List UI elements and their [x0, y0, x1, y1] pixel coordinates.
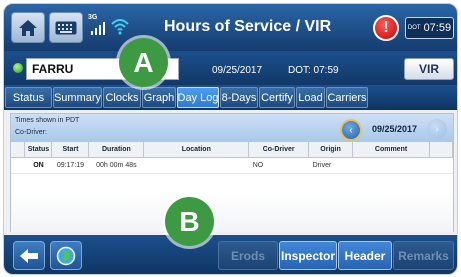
device-screen: 3G Hours of Service / VIR ! DOT 07:59 FA…: [3, 3, 458, 275]
timezone-note: Times shown in PDT: [15, 117, 80, 124]
day-log-table: Status Start Duration Location Co-Driver…: [11, 142, 454, 174]
column-header-location[interactable]: Location: [143, 142, 250, 158]
row-end: [429, 157, 453, 174]
driver-status-icon: [13, 63, 23, 73]
cell-origin: Driver: [308, 157, 353, 174]
next-day-button[interactable]: ›: [427, 119, 447, 139]
column-header-status[interactable]: Status: [24, 142, 53, 158]
callout-a: A: [119, 38, 168, 87]
remarks-button[interactable]: Remarks: [393, 241, 454, 270]
chevron-right-icon: ›: [435, 123, 439, 135]
column-header-codriver[interactable]: Co-Driver: [248, 142, 310, 158]
tab-graph[interactable]: Graph: [142, 87, 176, 108]
table-header-spacer: [11, 142, 26, 158]
dot-clock[interactable]: DOT 07:59: [405, 17, 454, 39]
cell-status: ON: [24, 157, 52, 174]
callout-b: B: [165, 197, 214, 246]
inspector-button[interactable]: Inspector: [279, 241, 337, 270]
back-button[interactable]: [13, 241, 45, 270]
log-date: 09/25/2017: [372, 124, 418, 134]
table-header-end: [429, 142, 454, 158]
chevron-left-icon: ‹: [349, 124, 353, 136]
day-log-info-bar: Times shown in PDT Co-Driver: ‹ 09/25/20…: [11, 114, 453, 142]
row-spacer: [11, 157, 25, 174]
home-button[interactable]: [11, 12, 45, 43]
column-header-start[interactable]: Start: [51, 142, 90, 158]
globe-icon: [56, 246, 76, 265]
column-header-duration[interactable]: Duration: [88, 142, 145, 158]
dot-label: DOT: [407, 25, 421, 31]
page-title: Hours of Service / VIR: [164, 18, 332, 35]
tab-summary[interactable]: Summary: [53, 87, 102, 108]
previous-day-button[interactable]: ‹: [340, 119, 362, 141]
dot-time: DOT: 07:59: [288, 65, 339, 76]
tab-carriers[interactable]: Carriers: [326, 87, 368, 108]
day-log-panel: Times shown in PDT Co-Driver: ‹ 09/25/20…: [10, 113, 454, 232]
cell-start: 09:17:19: [51, 157, 89, 174]
header-button[interactable]: Header: [338, 241, 392, 270]
table-row[interactable]: ON 09:17:19 00h 00m 48s NO Driver: [11, 157, 453, 174]
tab-day-log[interactable]: Day Log: [177, 87, 219, 108]
keyboard-icon: [55, 21, 77, 34]
alert-icon: !: [383, 19, 389, 36]
erods-button[interactable]: Erods: [218, 241, 278, 270]
title-bar: 3G Hours of Service / VIR ! DOT 07:59: [4, 4, 457, 51]
cell-duration: 00h 00m 48s: [88, 157, 144, 174]
cell-comment: [352, 157, 430, 174]
tab-8-days[interactable]: 8-Days: [220, 87, 258, 108]
back-arrow-icon: [20, 248, 38, 263]
tab-bar: Status Summary Clocks Graph Day Log 8-Da…: [4, 85, 457, 110]
signal-strength-icon: [91, 22, 105, 35]
table-header-row: Status Start Duration Location Co-Driver…: [11, 142, 454, 158]
vir-button[interactable]: VIR: [404, 58, 454, 80]
bottom-toolbar: Erods Inspector Header Remarks: [4, 235, 457, 274]
tab-clocks[interactable]: Clocks: [103, 87, 141, 108]
table-empty-area: [11, 192, 453, 232]
column-header-origin[interactable]: Origin: [308, 142, 354, 158]
cell-location: [143, 157, 249, 174]
cell-codriver: NO: [248, 157, 309, 174]
clock-time: 07:59: [423, 22, 452, 34]
tab-certify[interactable]: Certify: [259, 87, 295, 108]
keyboard-button[interactable]: [49, 12, 83, 43]
alert-button[interactable]: !: [373, 15, 399, 41]
tab-status[interactable]: Status: [5, 87, 52, 108]
header-date: 09/25/2017: [212, 65, 263, 76]
driver-bar: FARRU 09/25/2017 DOT: 07:59 VIR: [4, 51, 457, 85]
globe-button[interactable]: [50, 241, 82, 270]
wifi-icon: [111, 19, 129, 35]
column-header-comment[interactable]: Comment: [352, 142, 430, 158]
home-icon: [19, 19, 37, 36]
tab-load[interactable]: Load: [296, 87, 325, 108]
codriver-label: Co-Driver:: [15, 129, 47, 136]
